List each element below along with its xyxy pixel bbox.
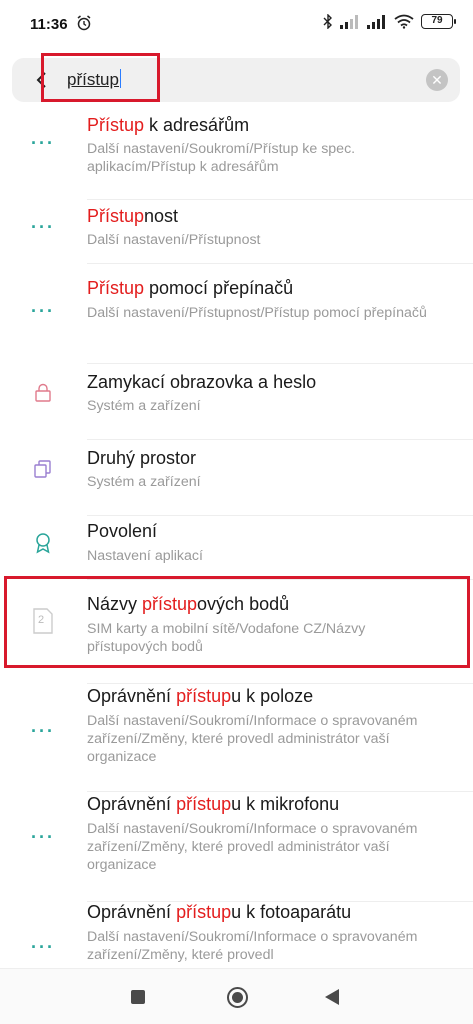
navigation-bar [0,968,473,1024]
list-item[interactable]: ··· Přístup k adresářům Další nastavení/… [0,112,473,200]
lock-icon [26,376,60,410]
list-item[interactable]: ··· Oprávnění přístupu k mikrofonu Další… [0,792,473,902]
list-item[interactable]: ··· Přístupnost Další nastavení/Přístupn… [0,200,473,264]
battery-indicator: 79 [421,14,456,29]
result-title: Oprávnění přístupu k mikrofonu [87,794,340,814]
result-title: Oprávnění přístupu k poloze [87,686,314,706]
result-title: Povolení [87,521,158,541]
search-results-list[interactable]: ··· Přístup k adresářům Další nastavení/… [0,112,473,968]
wifi-icon [394,14,414,29]
result-title: Přístupnost [87,206,179,226]
clock: 11:36 [30,16,68,33]
permission-badge-icon [26,526,60,560]
dots-icon: ··· [31,300,55,321]
dots-icon: ··· [31,826,55,847]
result-title: Přístup pomocí přepínačů [87,278,294,298]
signal-icon-1 [340,14,358,29]
result-title: Druhý prostor [87,448,197,468]
result-subtitle: Další nastavení/Přístupnost/Přístup pomo… [87,305,427,321]
alarm-icon [77,15,91,31]
bluetooth-icon [323,14,332,29]
result-subtitle: Systém a zařízení [87,474,201,490]
result-subtitle: Systém a zařízení [87,398,201,414]
result-subtitle: Další nastavení/Soukromí/Informace o spr… [87,929,418,963]
back-triangle-icon[interactable] [325,989,339,1005]
dots-icon: ··· [31,720,55,741]
list-item[interactable]: ··· Oprávnění přístupu k fotoaparátu Dal… [0,902,473,968]
result-subtitle: Další nastavení/Soukromí/Informace o spr… [87,713,418,765]
status-icons: 79 [323,14,456,29]
list-item[interactable]: Povolení Nastavení aplikací [0,516,473,580]
result-subtitle: Další nastavení/Soukromí/Přístup ke spec… [87,141,356,175]
dots-icon: ··· [31,936,55,957]
result-title: Přístup k adresářům [87,115,250,135]
list-item[interactable]: ··· Oprávnění přístupu k poloze Další na… [0,684,473,792]
home-icon[interactable] [227,987,248,1008]
status-bar: 11:36 79 [0,0,473,50]
list-item[interactable]: Zamykací obrazovka a heslo Systém a zaří… [0,364,473,440]
annotation-box-result [4,576,470,668]
result-title: Oprávnění přístupu k fotoaparátu [87,902,352,922]
second-space-icon [26,452,60,486]
annotation-box-search [41,53,160,102]
result-subtitle: Další nastavení/Soukromí/Informace o spr… [87,821,418,873]
clear-search-icon[interactable]: ✕ [426,69,448,91]
result-title: Zamykací obrazovka a heslo [87,372,317,392]
result-subtitle: Nastavení aplikací [87,548,203,564]
list-item[interactable]: Druhý prostor Systém a zařízení [0,440,473,516]
recent-apps-icon[interactable] [131,990,145,1004]
dots-icon: ··· [31,216,55,237]
list-item[interactable]: ··· Přístup pomocí přepínačů Další nasta… [0,264,473,364]
result-subtitle: Další nastavení/Přístupnost [87,232,261,248]
dots-icon: ··· [31,132,55,153]
signal-icon-2 [367,14,385,29]
